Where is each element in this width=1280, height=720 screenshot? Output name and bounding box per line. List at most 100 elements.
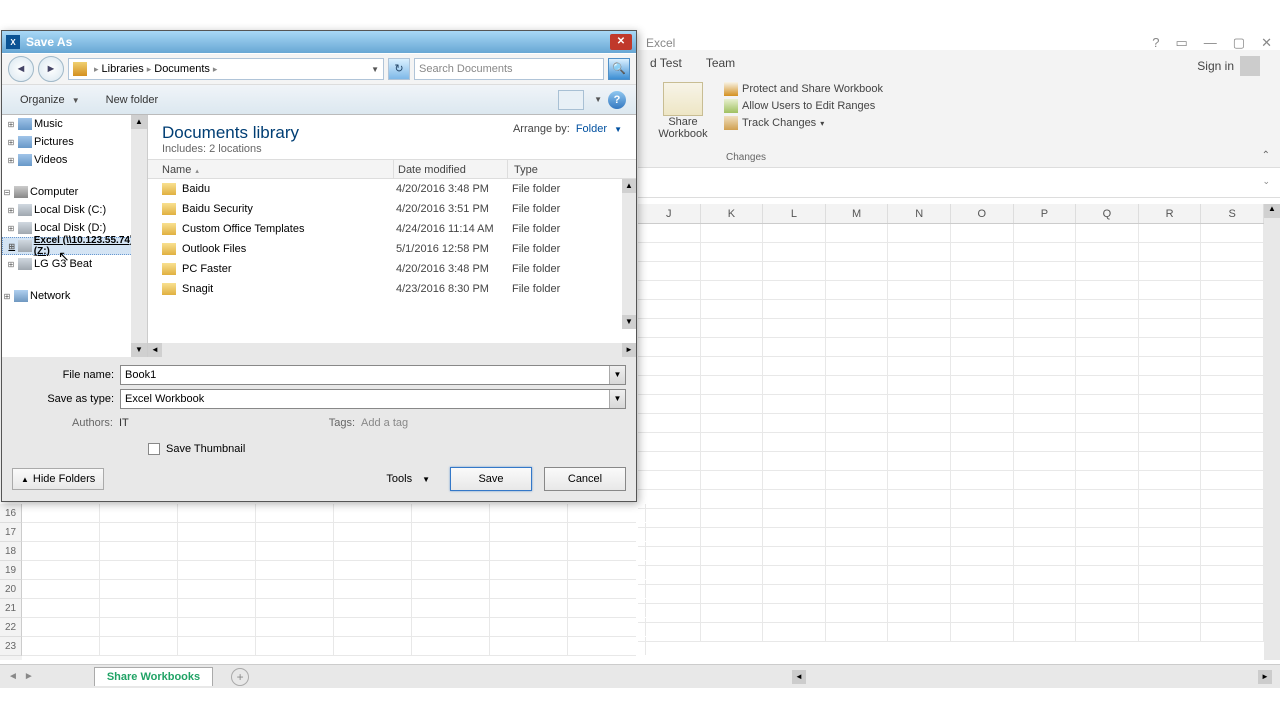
tree-item-network-drive[interactable]: ⊞Excel (\\10.123.55.74) (Z:) <box>2 237 147 255</box>
file-list-hscrollbar[interactable]: ◄► <box>148 343 636 357</box>
save-button[interactable]: Save <box>450 467 532 491</box>
row-header[interactable]: 20 <box>0 580 22 599</box>
tags-input[interactable]: Add a tag <box>361 417 408 429</box>
cancel-button[interactable]: Cancel <box>544 467 626 491</box>
minimize-icon[interactable]: — <box>1204 35 1217 51</box>
file-name-input[interactable]: Book1▼ <box>120 365 626 385</box>
breadcrumb[interactable]: ▸ Libraries ▸ Documents ▸ ▼ <box>68 58 384 80</box>
row-header[interactable]: 23 <box>0 637 22 656</box>
tree-item-network[interactable]: ⊞Network <box>2 287 147 305</box>
folder-icon <box>73 62 87 76</box>
list-item[interactable]: Baidu Security4/20/2016 3:51 PMFile fold… <box>148 199 636 219</box>
column-header-name[interactable]: Name▴ <box>148 160 394 178</box>
sheet-nav-prev-icon[interactable]: ◄ <box>8 671 18 682</box>
row-header[interactable]: 19 <box>0 561 22 580</box>
tree-item-pictures[interactable]: ⊞Pictures <box>2 133 147 151</box>
row-header[interactable]: 21 <box>0 599 22 618</box>
list-item[interactable]: Baidu4/20/2016 3:48 PMFile folder <box>148 179 636 199</box>
save-as-dialog: X Save As ✕ ◄ ► ▸ Libraries ▸ Documents … <box>1 30 637 502</box>
scroll-down-icon[interactable]: ▼ <box>131 343 147 357</box>
save-as-type-select[interactable]: Excel Workbook▼ <box>120 389 626 409</box>
protect-share-button[interactable]: Protect and Share Workbook <box>724 82 883 96</box>
spreadsheet-grid-left[interactable] <box>22 504 636 660</box>
dropdown-icon[interactable]: ▼ <box>609 390 625 408</box>
formula-bar[interactable]: ⌄ <box>638 168 1280 198</box>
column-header[interactable]: K <box>701 204 764 223</box>
list-item[interactable]: PC Faster4/20/2016 3:48 PMFile folder <box>148 259 636 279</box>
help-icon[interactable]: ? <box>1152 35 1159 51</box>
list-item[interactable]: Custom Office Templates4/24/2016 11:14 A… <box>148 219 636 239</box>
track-changes-button[interactable]: Track Changes ▾ <box>724 116 883 130</box>
refresh-button[interactable]: ↻ <box>388 58 410 80</box>
column-header[interactable]: P <box>1014 204 1077 223</box>
view-options-button[interactable] <box>558 90 584 110</box>
scroll-up-icon[interactable]: ▲ <box>1264 204 1280 218</box>
search-button[interactable]: 🔍 <box>608 58 630 80</box>
row-header[interactable]: 17 <box>0 523 22 542</box>
share-workbook-button[interactable]: Share Workbook <box>648 116 718 140</box>
nav-scrollbar[interactable]: ▲ ▼ <box>131 115 147 357</box>
excel-app-title: Excel <box>646 36 675 50</box>
help-button[interactable]: ? <box>608 91 626 109</box>
new-sheet-button[interactable]: + <box>231 668 249 686</box>
organize-button[interactable]: Organize ▼ <box>12 91 88 109</box>
column-header[interactable]: Q <box>1076 204 1139 223</box>
close-dialog-button[interactable]: ✕ <box>610 34 632 50</box>
sheet-nav-next-icon[interactable]: ► <box>24 671 34 682</box>
scroll-up-icon[interactable]: ▲ <box>131 115 147 129</box>
tree-item-computer[interactable]: ⊟Computer <box>2 183 147 201</box>
tree-item-drive-c[interactable]: ⊞Local Disk (C:) <box>2 201 147 219</box>
scroll-right-icon[interactable]: ► <box>1258 670 1272 684</box>
maximize-icon[interactable]: ▢ <box>1233 35 1245 51</box>
vertical-scrollbar[interactable]: ▲ <box>1264 204 1280 660</box>
column-header[interactable]: N <box>888 204 951 223</box>
view-dropdown-icon[interactable]: ▼ <box>594 95 602 104</box>
tab-load-test[interactable]: d Test <box>650 56 682 76</box>
column-header[interactable]: L <box>763 204 826 223</box>
dropdown-icon[interactable]: ▼ <box>609 366 625 384</box>
nav-back-button[interactable]: ◄ <box>8 56 34 82</box>
column-header[interactable]: R <box>1139 204 1202 223</box>
tab-team[interactable]: Team <box>706 56 735 76</box>
column-header-date[interactable]: Date modified <box>394 160 508 178</box>
tools-button[interactable]: Tools ▼ <box>378 469 438 489</box>
list-item[interactable]: Snagit4/23/2016 8:30 PMFile folder <box>148 279 636 299</box>
sign-in-button[interactable]: Sign in <box>1197 56 1268 76</box>
authors-value[interactable]: IT <box>119 417 129 429</box>
new-folder-button[interactable]: New folder <box>106 94 159 106</box>
tree-item-phone[interactable]: ⊞LG G3 Beat <box>2 255 147 273</box>
column-headers: J K L M N O P Q R S <box>638 204 1264 224</box>
column-header[interactable]: J <box>638 204 701 223</box>
spreadsheet-grid[interactable] <box>638 224 1264 660</box>
search-input[interactable]: Search Documents <box>414 58 604 80</box>
tree-item-videos[interactable]: ⊞Videos <box>2 151 147 169</box>
save-thumbnail-checkbox[interactable] <box>148 443 160 455</box>
close-window-icon[interactable]: ✕ <box>1261 35 1272 51</box>
hide-folders-button[interactable]: ▲ Hide Folders <box>12 468 104 490</box>
arrange-by-value[interactable]: Folder ▼ <box>576 123 622 135</box>
breadcrumb-dropdown-icon[interactable]: ▼ <box>371 65 379 74</box>
folder-icon <box>162 263 176 275</box>
horizontal-scrollbar[interactable]: ◄ ► <box>792 670 1272 684</box>
allow-edit-ranges-button[interactable]: Allow Users to Edit Ranges <box>724 99 883 113</box>
row-header[interactable]: 22 <box>0 618 22 637</box>
expand-formula-icon[interactable]: ⌄ <box>1262 176 1270 187</box>
tree-item-music[interactable]: ⊞Music <box>2 115 147 133</box>
list-item[interactable]: Outlook Files5/1/2016 12:58 PMFile folde… <box>148 239 636 259</box>
file-name-label: File name: <box>12 369 120 381</box>
sheet-tab-active[interactable]: Share Workbooks <box>94 667 213 686</box>
row-header[interactable]: 18 <box>0 542 22 561</box>
ribbon-display-icon[interactable]: ▭ <box>1176 35 1188 51</box>
scroll-left-icon[interactable]: ◄ <box>792 670 806 684</box>
row-header[interactable]: 16 <box>0 504 22 523</box>
column-header[interactable]: O <box>951 204 1014 223</box>
file-list-scrollbar[interactable]: ▲ ▼ <box>622 179 636 329</box>
folder-icon <box>162 243 176 255</box>
folder-icon <box>162 223 176 235</box>
share-workbook-icon[interactable] <box>663 82 703 116</box>
nav-forward-button[interactable]: ► <box>38 56 64 82</box>
column-header-type[interactable]: Type <box>508 160 636 178</box>
column-header[interactable]: M <box>826 204 889 223</box>
column-header[interactable]: S <box>1201 204 1264 223</box>
collapse-ribbon-icon[interactable]: ⌃ <box>1262 150 1270 161</box>
